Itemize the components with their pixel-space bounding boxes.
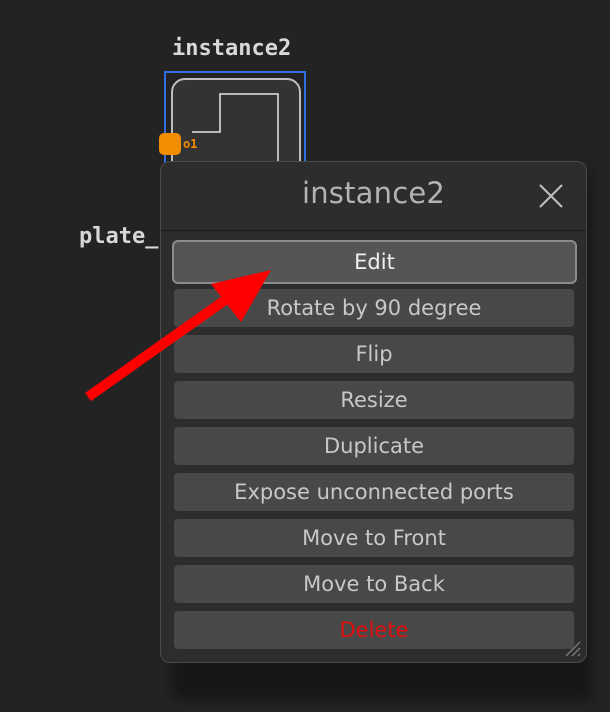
close-icon[interactable] (534, 179, 568, 213)
move-to-back-button[interactable]: Move to Back (174, 565, 574, 603)
plate-label: plate_ (79, 224, 159, 249)
move-to-front-button[interactable]: Move to Front (174, 519, 574, 557)
duplicate-button[interactable]: Duplicate (174, 427, 574, 465)
resize-button[interactable]: Resize (174, 381, 574, 419)
delete-button[interactable]: Delete (174, 611, 574, 649)
port-o1[interactable] (159, 133, 181, 155)
resize-grip-icon[interactable] (560, 636, 582, 658)
dialog-title: instance2 (301, 176, 446, 210)
dialog-header[interactable]: instance2 (161, 162, 586, 231)
edit-button[interactable]: Edit (172, 240, 577, 284)
flip-button[interactable]: Flip (174, 335, 574, 373)
port-label: o1 (183, 137, 198, 151)
context-menu-dialog: instance2 Edit Rotate by 90 degree Flip … (160, 161, 587, 663)
rotate-button[interactable]: Rotate by 90 degree (174, 289, 574, 327)
component-symbol-icon (192, 93, 279, 172)
expose-ports-button[interactable]: Expose unconnected ports (174, 473, 574, 511)
instance-label: instance2 (172, 36, 292, 61)
